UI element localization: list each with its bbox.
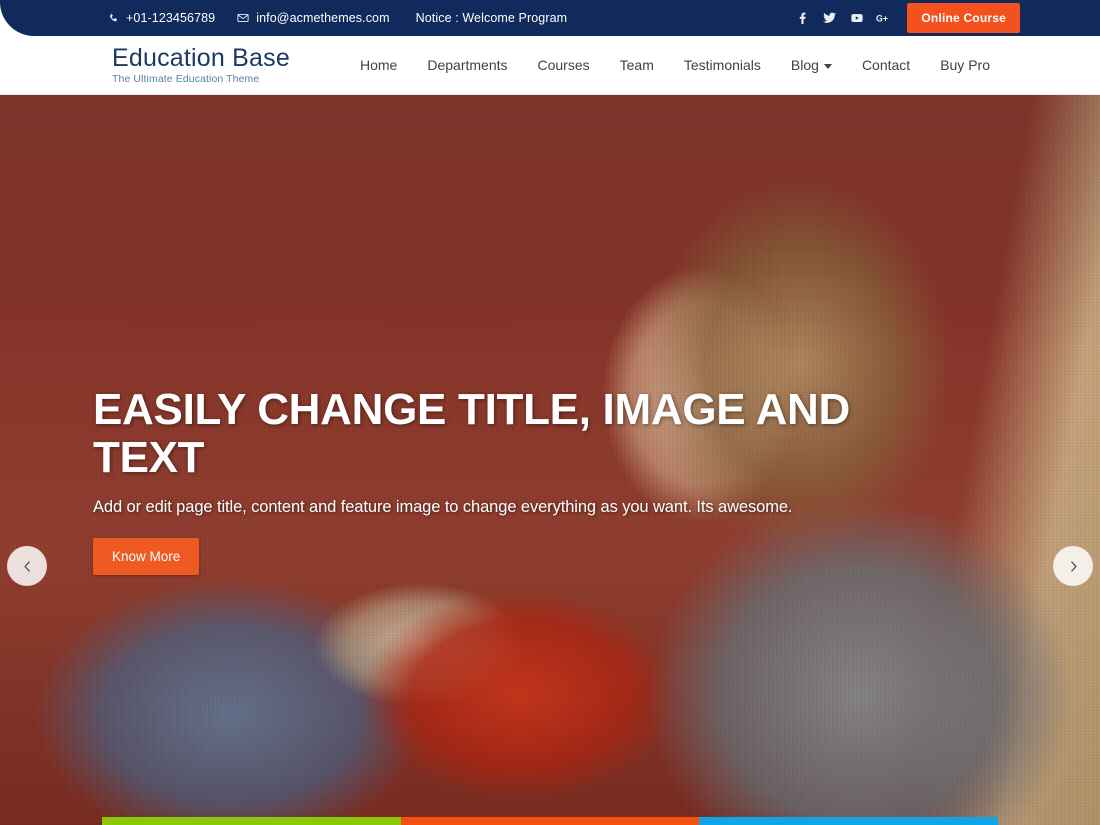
social-links: G+ — [789, 0, 897, 36]
brand-title: Education Base — [112, 43, 290, 72]
feature-card-introduction[interactable]: INTRODUCTION Our university is well reco… — [102, 817, 401, 825]
site-logo[interactable]: Education Base The Ultimate Education Th… — [112, 43, 290, 86]
site-header: Education Base The Ultimate Education Th… — [0, 36, 1100, 95]
nav-label: Buy Pro — [940, 57, 990, 73]
nav-item-team[interactable]: Team — [605, 57, 669, 73]
google-plus-icon[interactable]: G+ — [870, 0, 897, 36]
nav-item-home[interactable]: Home — [345, 57, 412, 73]
nav-label: Blog — [790, 57, 819, 73]
nav-label: Team — [619, 57, 654, 73]
topbar-phone: +01-123456789 — [108, 11, 215, 25]
brand-tagline: The Ultimate Education Theme — [112, 73, 260, 86]
feature-card-departments[interactable]: DEPARTMENTS More than 35 departments, wi… — [400, 817, 700, 825]
nav-item-contact[interactable]: Contact — [847, 57, 925, 73]
chevron-right-icon — [1067, 560, 1080, 573]
nav-item-testimonials[interactable]: Testimonials — [669, 57, 776, 73]
carousel-prev-button[interactable] — [7, 546, 47, 586]
topbar-notice: Notice : Welcome Program — [416, 11, 568, 25]
twitter-icon[interactable] — [816, 0, 843, 36]
feature-card-institute[interactable]: INSTITUTE We have over 500 institute all… — [699, 817, 999, 825]
chevron-left-icon — [21, 560, 34, 573]
nav-label: Departments — [427, 57, 508, 73]
facebook-icon[interactable] — [789, 0, 816, 36]
hero-subtitle: Add or edit page title, content and feat… — [93, 498, 793, 517]
nav-label: Testimonials — [683, 57, 761, 73]
nav-label: Home — [359, 57, 398, 73]
svg-text:G+: G+ — [876, 13, 888, 23]
know-more-button[interactable]: Know More — [93, 538, 200, 576]
chevron-down-icon — [823, 63, 832, 69]
topbar-right-group: G+ Online Course — [789, 0, 1100, 36]
nav-item-buy-pro[interactable]: Buy Pro — [925, 57, 990, 73]
nav-item-courses[interactable]: Courses — [523, 57, 605, 73]
feature-cards: INTRODUCTION Our university is well reco… — [102, 817, 999, 825]
youtube-icon[interactable] — [843, 0, 870, 36]
topbar-notice-text: Notice : Welcome Program — [415, 11, 568, 25]
nav-label: Contact — [861, 57, 911, 73]
hero-content: EASILY CHANGE TITLE, IMAGE AND TEXT Add … — [93, 385, 893, 576]
topbar-email: info@acmethemes.com — [237, 11, 390, 25]
hero-title: EASILY CHANGE TITLE, IMAGE AND TEXT — [93, 385, 851, 482]
phone-icon — [108, 13, 119, 24]
nav-label: Courses — [537, 57, 590, 73]
topbar-phone-text: +01-123456789 — [126, 11, 216, 25]
nav-item-departments[interactable]: Departments — [412, 57, 522, 73]
nav-item-blog[interactable]: Blog — [776, 57, 847, 73]
online-course-button[interactable]: Online Course — [907, 3, 1020, 33]
topbar: +01-123456789 info@acmethemes.com Notice… — [0, 0, 1100, 36]
topbar-container: +01-123456789 info@acmethemes.com Notice… — [0, 0, 1100, 36]
envelope-icon — [237, 12, 249, 24]
hero-slider: EASILY CHANGE TITLE, IMAGE AND TEXT Add … — [0, 95, 1100, 825]
carousel-next-button[interactable] — [1053, 546, 1093, 586]
main-navigation: Home Departments Courses Team Testimonia… — [345, 57, 990, 73]
topbar-email-text: info@acmethemes.com — [256, 11, 390, 25]
